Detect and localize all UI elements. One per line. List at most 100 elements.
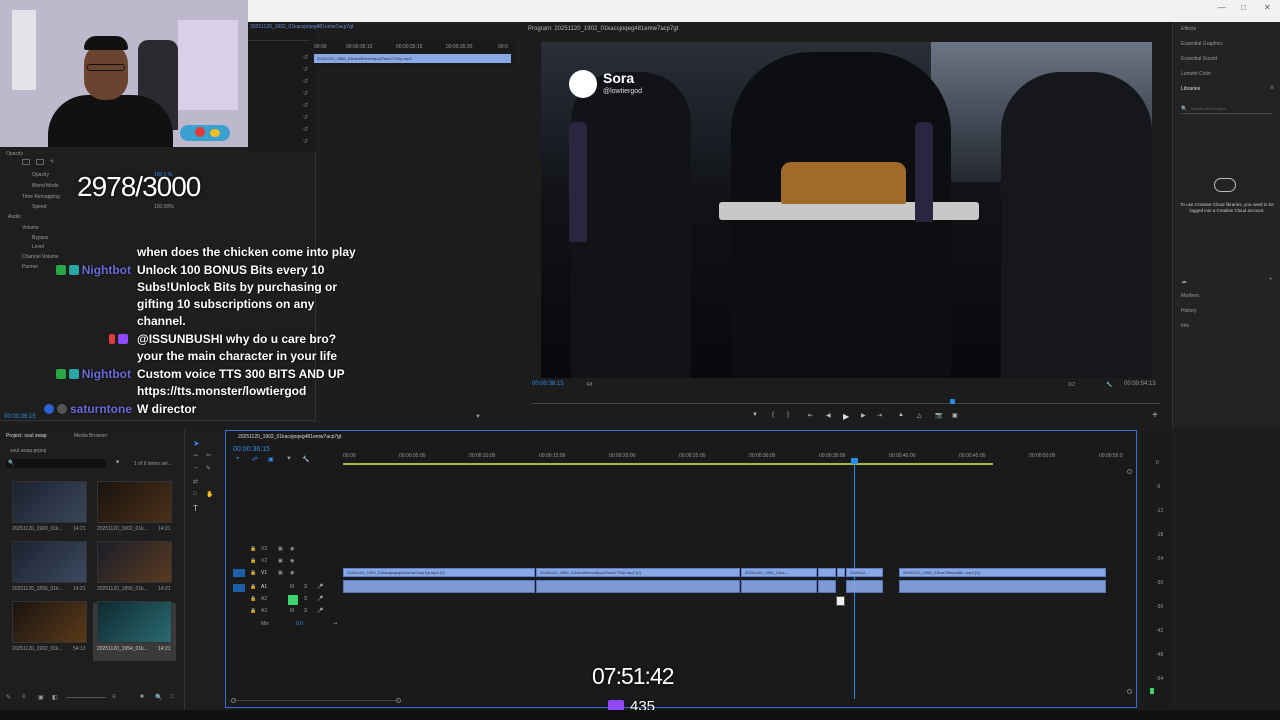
chat-username[interactable] — [44, 332, 131, 346]
lock-icon[interactable]: 🔒 — [250, 546, 256, 552]
lift-icon[interactable]: ▲ — [898, 412, 904, 418]
reset-icon[interactable]: ↺ — [303, 90, 308, 97]
program-scrubber[interactable] — [532, 403, 1160, 404]
mic-icon[interactable]: 🎤 — [317, 584, 323, 590]
solo-button[interactable]: S — [304, 584, 307, 590]
scroll-handle[interactable] — [1127, 469, 1132, 474]
track-select-icon[interactable]: ⇾ — [193, 452, 198, 459]
selection-tool-icon[interactable]: ➤ — [193, 439, 200, 448]
lock-icon[interactable]: 🔒 — [250, 570, 256, 576]
bin-icon[interactable]: ■ — [116, 459, 119, 465]
work-area-bar[interactable] — [343, 463, 993, 465]
add-button-icon[interactable]: + — [1152, 410, 1158, 421]
tab-media-browser[interactable]: Media Browser — [74, 433, 107, 439]
extract-icon[interactable]: △ — [917, 412, 922, 419]
sequence-tab[interactable]: 20251120_1902_01kacsjoqeg481emw7acp7gt — [238, 434, 341, 440]
program-playhead[interactable] — [950, 399, 955, 404]
speed-value[interactable]: 100.00% — [154, 204, 174, 210]
reset-icon[interactable]: ↺ — [303, 102, 308, 109]
audio-clip[interactable] — [536, 580, 740, 593]
reset-icon[interactable]: ↺ — [303, 66, 308, 73]
timeline-horizontal-scrollbar[interactable] — [234, 700, 399, 701]
thumbnail[interactable] — [97, 481, 172, 523]
icon-view-icon[interactable]: ▣ — [38, 694, 44, 701]
step-forward-icon[interactable]: ▶ — [861, 412, 866, 419]
linked-selection-icon[interactable]: ☍ — [252, 456, 258, 463]
thumbnail[interactable] — [12, 481, 87, 523]
program-title[interactable]: Program: 20251120_1902_01kacsjoqeg481emw… — [528, 26, 678, 32]
solo-button[interactable]: S — [304, 596, 307, 602]
panel-essential-graphics[interactable]: Essential Graphics — [1181, 41, 1223, 47]
pencil-icon[interactable]: ✎ — [6, 694, 11, 701]
wrench-icon[interactable]: 🔧 — [1106, 382, 1112, 388]
panel-effects[interactable]: Effects — [1181, 26, 1196, 32]
reset-icon[interactable]: ↺ — [303, 126, 308, 133]
find-icon[interactable]: 🔍 — [155, 694, 162, 701]
mask-ellipse-icon[interactable] — [22, 159, 30, 165]
video-clip[interactable] — [837, 568, 845, 577]
zoom-slider[interactable] — [66, 697, 106, 698]
close-icon[interactable]: ✕ — [1264, 3, 1271, 12]
chat-username[interactable]: Nightbot — [44, 263, 131, 277]
list-view-icon[interactable]: ≡ — [22, 694, 26, 700]
go-to-out-icon[interactable]: ⇥ — [877, 412, 882, 419]
mark-out-icon[interactable]: } — [787, 412, 789, 418]
scroll-handle-bottom[interactable] — [1127, 689, 1132, 694]
video-clip[interactable]: 20251120_1856_01kahr5k9mvbfpq47kmh7754p.… — [536, 568, 740, 577]
add-library-icon[interactable]: + — [1269, 277, 1273, 283]
lock-icon[interactable]: 🔒 — [250, 558, 256, 564]
scroll-handle-left[interactable] — [231, 698, 236, 703]
reset-icon[interactable]: ↺ — [303, 138, 308, 145]
sync-lock-icon[interactable]: ▣ — [278, 558, 283, 564]
program-timecode[interactable]: 00:00:36:15 — [532, 381, 564, 387]
audio-clip[interactable] — [741, 580, 817, 593]
mix-value[interactable]: 0.0 — [296, 621, 303, 627]
chat-username[interactable]: Nightbot — [44, 367, 131, 381]
add-marker-icon[interactable]: ▼ — [286, 456, 292, 462]
fit-dropdown[interactable]: Fit — [587, 382, 593, 388]
step-back-icon[interactable]: ◀ — [826, 412, 831, 419]
maximize-icon[interactable]: □ — [1241, 3, 1246, 12]
rectangle-tool-icon[interactable]: □ — [193, 491, 197, 497]
source-patch-a1[interactable] — [233, 584, 245, 592]
scroll-handle-right[interactable] — [396, 698, 401, 703]
tab-project[interactable]: Project: soul swap — [6, 433, 47, 439]
mark-in-icon[interactable]: { — [772, 412, 774, 418]
snap-icon[interactable]: ⌖ — [236, 456, 239, 463]
source-patch-v1[interactable] — [233, 569, 245, 577]
playhead-handle[interactable] — [851, 458, 858, 464]
cloud-icon[interactable]: ☁ — [1181, 278, 1187, 285]
resolution-dropdown[interactable]: 1/2 — [1068, 382, 1075, 388]
source-clip[interactable]: 20251120_1856_01kahr5k9mvbfpq47kmh7754p.… — [314, 54, 511, 63]
mix-end-icon[interactable]: ⇥ — [333, 621, 337, 627]
new-bin-icon[interactable]: ■ — [140, 694, 144, 700]
reset-icon[interactable]: ↺ — [303, 114, 308, 121]
volume-effect[interactable]: Volume — [22, 225, 39, 231]
sync-lock-icon[interactable]: ▣ — [278, 570, 283, 576]
reset-icon[interactable]: ↺ — [303, 54, 308, 61]
thumbnail[interactable] — [12, 541, 87, 583]
video-clip[interactable]: 2025112... — [846, 568, 883, 577]
eye-icon[interactable]: ◉ — [290, 546, 294, 552]
effect-opacity[interactable]: Opacity — [6, 151, 23, 157]
thumbnail[interactable] — [12, 601, 87, 643]
mask-rect-icon[interactable] — [36, 159, 44, 165]
audio-clip[interactable] — [899, 580, 1106, 593]
panel-history[interactable]: History — [1181, 308, 1197, 314]
pen-tool-icon[interactable]: ✎ — [206, 465, 211, 472]
panel-lumetri-color[interactable]: Lumetri Color — [1181, 71, 1211, 77]
freeform-view-icon[interactable]: ◧ — [52, 694, 58, 701]
time-remapping[interactable]: Time Remapping — [22, 194, 60, 200]
panel-info[interactable]: Info — [1181, 323, 1189, 329]
audio-clip[interactable] — [818, 580, 836, 593]
eye-icon[interactable]: ◉ — [290, 570, 294, 576]
panel-libraries[interactable]: Libraries — [1181, 86, 1200, 92]
audio-clip[interactable] — [343, 580, 535, 593]
library-search-input[interactable]: 🔍 Search All Libraries — [1181, 104, 1273, 114]
marker-icon[interactable]: ▼ — [752, 412, 758, 418]
hand-tool-icon[interactable]: ✋ — [206, 491, 213, 498]
type-tool-icon[interactable]: T — [193, 504, 198, 513]
razor-icon[interactable]: ✂ — [206, 452, 211, 459]
video-clip[interactable]: 20251120_1954_01ka... — [741, 568, 817, 577]
play-icon[interactable]: ▶ — [843, 412, 849, 421]
